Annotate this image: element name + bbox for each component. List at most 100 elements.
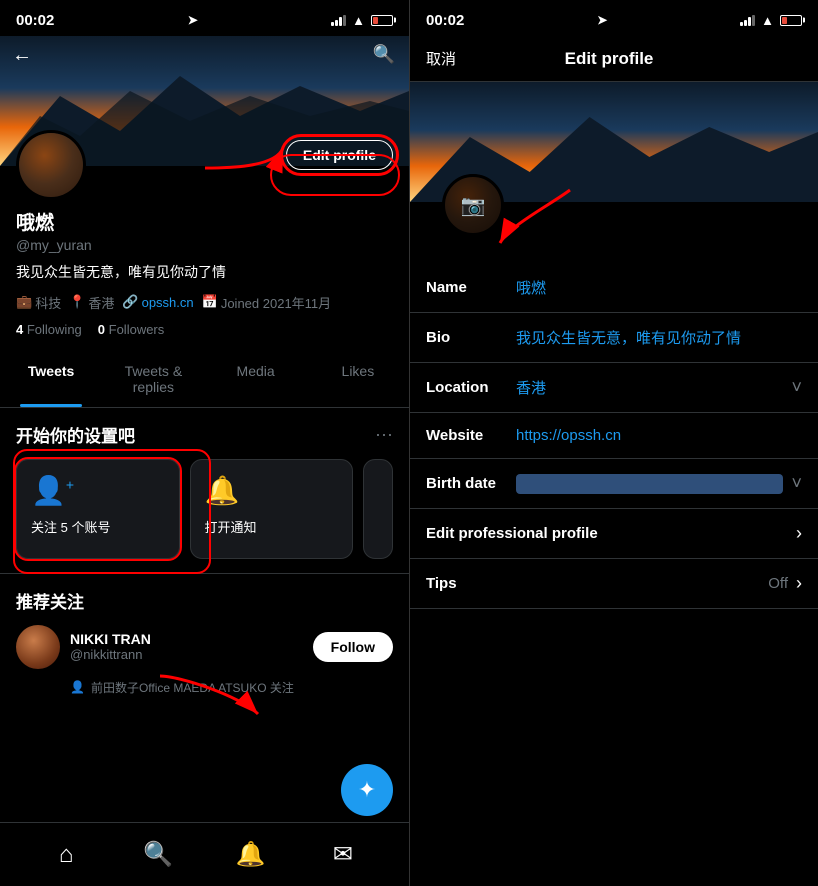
gps-icon-left: ➤ <box>188 13 198 27</box>
time-left: 00:02 <box>16 12 54 29</box>
gps-icon-right: ➤ <box>597 13 607 27</box>
setup-header: 开始你的设置吧 ··· <box>16 422 393 447</box>
bar4 <box>343 15 346 26</box>
bar3 <box>339 17 342 26</box>
meta-link[interactable]: 🔗 opssh.cn <box>122 293 193 312</box>
tab-likes[interactable]: Likes <box>307 349 409 407</box>
avatar-area: Edit profile <box>16 130 393 200</box>
meta-work: 💼 科技 <box>16 293 61 312</box>
status-icons-left: ▲ <box>331 13 393 28</box>
card-follow-label: 关注 5 个账号 <box>31 517 110 536</box>
status-icons-right: ▲ <box>740 13 802 28</box>
profile-tabs: Tweets Tweets & replies Media Likes <box>0 349 409 408</box>
recommended-section: 推荐关注 NIKKI TRAN @nikkittrann Follow 👤 前田… <box>0 574 409 706</box>
meta-info: 💼 科技 📍 香港 🔗 opssh.cn 📅 Joined 2021年11月 <box>16 293 393 312</box>
avatar-image <box>19 133 83 197</box>
professional-field[interactable]: Edit professional profile › <box>410 509 818 559</box>
more-dots[interactable]: ··· <box>375 424 393 445</box>
location-label: Location <box>426 379 516 396</box>
tab-tweets[interactable]: Tweets <box>0 349 102 407</box>
setup-card-notification[interactable]: 🔔 打开通知 <box>190 459 354 559</box>
camera-badge[interactable]: 📷 <box>442 174 504 236</box>
name-value[interactable]: 哦燃 <box>516 277 802 298</box>
display-name: 哦燃 <box>16 208 393 235</box>
setup-cards: 👤+ 关注 5 个账号 🔔 打开通知 <box>16 459 393 559</box>
bar2r <box>744 20 747 26</box>
bell-icon-card: 🔔 <box>205 474 240 507</box>
tips-label: Tips <box>426 575 516 592</box>
avatar <box>16 130 86 200</box>
professional-arrow: › <box>796 523 802 544</box>
birthdate-chevron: ˅ <box>791 473 802 494</box>
birthdate-value <box>516 474 783 494</box>
followers-stat[interactable]: 0 Followers <box>98 322 164 337</box>
nav-messages[interactable]: ✉ <box>321 833 365 877</box>
right-avatar-area: 📷 <box>426 202 818 247</box>
bio-value[interactable]: 我见众生皆无意，唯有见你动了情 <box>516 327 802 348</box>
website-field[interactable]: Website https://opssh.cn <box>410 413 818 459</box>
name-field[interactable]: Name 哦燃 <box>410 263 818 313</box>
follow-button[interactable]: Follow <box>313 632 393 662</box>
rec-avatar <box>16 625 60 669</box>
following-stat[interactable]: 4 Following <box>16 322 82 337</box>
compose-icon: ✦ <box>358 777 376 803</box>
profile-header: Edit profile 哦燃 @my_yuran 我见众生皆无意，唯有见你动了… <box>0 166 409 349</box>
nav-home[interactable]: ⌂ <box>44 833 88 877</box>
meta-location: 📍 香港 <box>69 293 114 312</box>
meta-joined: 📅 Joined 2021年11月 <box>202 293 332 312</box>
battery-fill-right <box>782 17 787 24</box>
compose-fab[interactable]: ✦ <box>341 764 393 816</box>
right-panel: 00:02 ➤ ▲ 取消 Edit profile <box>409 0 818 886</box>
status-bar-right: 00:02 ➤ ▲ <box>410 0 818 36</box>
recommended-title: 推荐关注 <box>16 588 393 613</box>
battery-fill <box>373 17 378 24</box>
partial-card <box>363 459 393 559</box>
website-label: Website <box>426 427 516 444</box>
birthdate-label: Birth date <box>426 475 516 492</box>
bar3r <box>748 17 751 26</box>
tab-tweets-replies[interactable]: Tweets & replies <box>102 349 204 407</box>
bar4r <box>752 15 755 26</box>
bio-label: Bio <box>426 329 516 346</box>
edit-profile-button[interactable]: Edit profile <box>286 140 393 170</box>
bio-field[interactable]: Bio 我见众生皆无意，唯有见你动了情 <box>410 313 818 363</box>
edit-fields: Name 哦燃 Bio 我见众生皆无意，唯有见你动了情 Location 香港 … <box>410 263 818 886</box>
back-button[interactable]: ← <box>12 44 32 67</box>
time-right: 00:02 <box>426 12 464 29</box>
edit-profile-title: Edit profile <box>565 49 654 69</box>
setup-card-follow[interactable]: 👤+ 关注 5 个账号 <box>16 459 180 559</box>
tips-arrow: › <box>796 573 802 594</box>
nav-notifications[interactable]: 🔔 <box>229 833 273 877</box>
birthdate-field[interactable]: Birth date ˅ <box>410 459 818 509</box>
nav-search[interactable]: 🔍 <box>136 833 180 877</box>
tips-field[interactable]: Tips Off › <box>410 559 818 609</box>
rec-info: NIKKI TRAN @nikkittrann <box>70 631 303 662</box>
battery-icon <box>371 15 393 26</box>
search-button[interactable]: 🔍 <box>373 44 395 65</box>
signal-icon <box>331 15 346 26</box>
person-icon: 👤 <box>70 680 85 694</box>
tab-media[interactable]: Media <box>205 349 307 407</box>
bio: 我见众生皆无意，唯有见你动了情 <box>16 263 393 283</box>
battery-icon-right <box>780 15 802 26</box>
location-field[interactable]: Location 香港 ˅ <box>410 363 818 413</box>
setup-title: 开始你的设置吧 <box>16 422 135 447</box>
person-add-icon: 👤+ <box>31 474 74 507</box>
bar2 <box>335 20 338 26</box>
follow-stats: 4 Following 0 Followers <box>16 322 393 337</box>
bar1 <box>331 22 334 26</box>
location-value[interactable]: 香港 <box>516 377 783 398</box>
status-bar-left: 00:02 ➤ ▲ <box>0 0 409 36</box>
wifi-icon-right: ▲ <box>761 13 774 28</box>
left-panel: 00:02 ➤ ▲ <box>0 0 409 886</box>
username: @my_yuran <box>16 237 393 253</box>
setup-section: 开始你的设置吧 ··· 👤+ 关注 5 个账号 🔔 打开通知 <box>0 408 409 574</box>
signal-icon-right <box>740 15 755 26</box>
name-label: Name <box>426 279 516 296</box>
cancel-button[interactable]: 取消 <box>426 48 456 69</box>
recommended-user: NIKKI TRAN @nikkittrann Follow <box>16 625 393 669</box>
website-value[interactable]: https://opssh.cn <box>516 427 802 444</box>
edit-profile-topbar: 取消 Edit profile <box>410 36 818 82</box>
mutual-text: 前田数子Office MAEDA ATSUKO 关注 <box>91 679 294 696</box>
mutual-follow: 👤 前田数子Office MAEDA ATSUKO 关注 <box>16 679 393 696</box>
